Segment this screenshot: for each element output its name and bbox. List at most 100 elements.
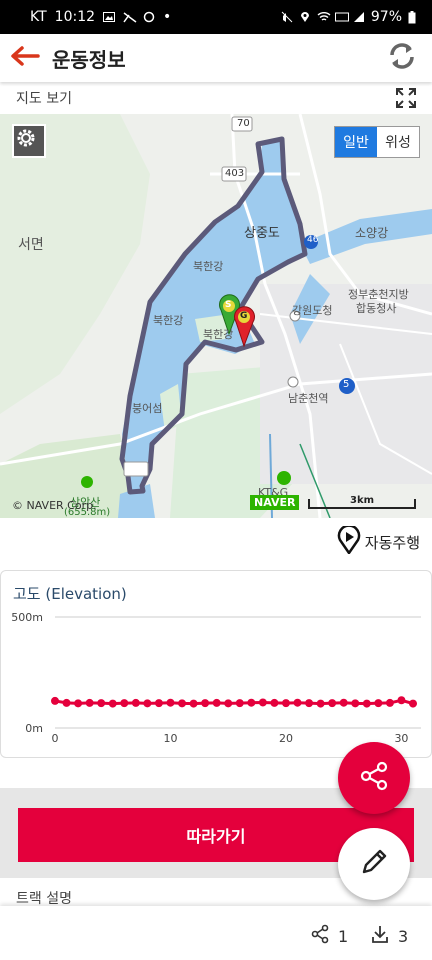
mute-icon: [281, 11, 293, 23]
bukhangang-label-2: 북한강: [153, 314, 184, 327]
share-count: 1: [338, 926, 349, 946]
elevation-point: [97, 699, 106, 708]
elevation-point: [62, 698, 71, 707]
more-notifications-dot: •: [163, 9, 172, 25]
road-5-label: 5: [343, 379, 350, 390]
x-tick-label: 10: [163, 732, 177, 745]
elevation-chart: 500m 0m 0 10 20 30: [11, 611, 421, 745]
y-tick-label: 500m: [11, 611, 43, 624]
share-fab-button[interactable]: [338, 742, 410, 814]
elevation-point: [51, 696, 59, 705]
elevation-point: [143, 699, 152, 708]
elevation-point: [189, 699, 198, 708]
back-arrow-icon: [10, 45, 40, 71]
fullscreen-button[interactable]: [394, 86, 418, 110]
elevation-point: [74, 699, 83, 708]
x-tick-label: 0: [52, 732, 59, 745]
goal-marker-letter: G: [240, 311, 248, 321]
elevation-point: [120, 699, 129, 708]
signal-icon: [353, 11, 365, 23]
elevation-point: [212, 698, 221, 707]
share-icon: [358, 760, 390, 796]
map-section-label: 지도 보기: [16, 91, 72, 107]
app-bar: 운동정보: [0, 34, 432, 82]
map-type-normal-button[interactable]: 일반: [335, 127, 377, 157]
autoplay-button[interactable]: 자동주행: [337, 524, 420, 558]
sangjungdo-label: 상중도: [244, 226, 280, 241]
wifi-icon: [317, 11, 331, 23]
elevation-point: [108, 699, 117, 708]
battery-icon: [408, 11, 420, 24]
download-count: 3: [398, 926, 409, 946]
elevation-point: [178, 699, 187, 708]
seomyeon-label: 서면: [18, 237, 44, 253]
refresh-icon: [387, 41, 417, 75]
track-description-label: 트랙 설명: [16, 891, 72, 907]
map-type-toggle: 일반 위성: [334, 126, 420, 158]
edit-fab-button[interactable]: [338, 828, 410, 900]
app-notification-icon: [143, 11, 155, 23]
elevation-point: [281, 699, 290, 708]
no-signal-icon: [123, 11, 137, 23]
volte-icon: [334, 11, 349, 23]
back-button[interactable]: [0, 34, 50, 82]
elevation-point: [235, 699, 244, 708]
map-pin-play-icon: [337, 524, 361, 558]
bungeoseom-label: 붕어섬: [132, 402, 163, 415]
elevation-point: [131, 698, 140, 707]
location-icon: [299, 11, 311, 23]
soyanggang-label: 소양강: [355, 226, 389, 240]
page-title: 운동정보: [52, 47, 126, 72]
gangwon-office-label: 강원도청: [292, 304, 333, 317]
elevation-point: [362, 699, 371, 708]
pencil-icon: [359, 847, 389, 881]
refresh-button[interactable]: [386, 42, 418, 74]
autoplay-label: 자동주행: [364, 533, 420, 552]
elevation-point: [339, 698, 348, 707]
elevation-point: [328, 699, 337, 708]
clock: 10:12: [54, 9, 96, 25]
download-icon: [370, 924, 390, 948]
download-count-button[interactable]: 3: [370, 924, 408, 948]
battery-percent: 97%: [370, 9, 402, 25]
elevation-point: [316, 699, 325, 708]
carrier-label: KT: [30, 9, 47, 25]
fullscreen-icon: [394, 88, 418, 114]
elevation-point: [351, 699, 360, 708]
map-canvas: [0, 114, 432, 518]
elevation-point: [258, 698, 267, 707]
elevation-point: [397, 696, 406, 705]
elevation-point: [385, 698, 394, 707]
map-copyright: © NAVER Corp.: [12, 499, 97, 512]
start-marker-letter: S: [225, 300, 232, 310]
x-tick-label: 30: [394, 732, 408, 745]
gov-complex-label-2: 합동청사: [356, 302, 397, 315]
elevation-point: [270, 698, 279, 707]
map-header: 지도 보기: [0, 82, 432, 114]
elevation-point: [154, 699, 163, 708]
bukhangang-label-3: 북한강: [203, 328, 234, 341]
elevation-point: [166, 698, 175, 707]
map-scale-label: 3km: [350, 495, 375, 506]
map-view[interactable]: 70 403 46 5 상중도 서면 소양강 북한강 북한강 북한강 강원도청 …: [0, 114, 432, 518]
map-type-satellite-button[interactable]: 위성: [377, 127, 419, 157]
map-settings-button[interactable]: [12, 124, 46, 158]
elevation-point: [201, 699, 210, 708]
naver-logo: NAVER: [250, 495, 300, 510]
y-tick-label: 0m: [25, 722, 43, 735]
bukhangang-label-1: 북한강: [193, 260, 224, 273]
elevation-point: [409, 699, 417, 708]
road-403-label: 403: [225, 168, 245, 179]
road-70-label: 70: [237, 118, 250, 129]
elevation-point: [374, 699, 383, 708]
share-small-icon: [310, 924, 330, 948]
share-count-button[interactable]: 1: [310, 924, 348, 948]
elevation-point: [293, 698, 302, 707]
gallery-icon: [103, 11, 116, 23]
elevation-point: [305, 699, 314, 708]
namchuncheon-station-label: 남춘천역: [288, 392, 329, 405]
elevation-card: 고도 (Elevation) 500m 0m 0 10 20 30: [0, 570, 432, 758]
status-bar: KT 10:12 • 97%: [0, 0, 432, 34]
elevation-point: [85, 698, 94, 707]
elevation-point: [247, 698, 256, 707]
